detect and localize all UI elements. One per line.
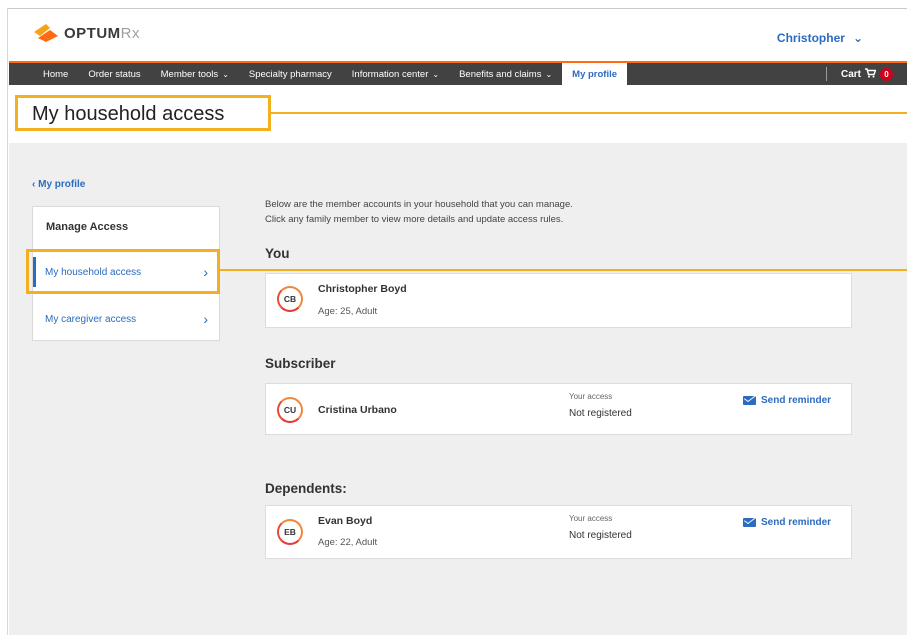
optumrx-logo[interactable]: OPTUMRx	[30, 22, 140, 44]
intro-text: Below are the member accounts in your ho…	[265, 197, 573, 227]
user-name: Christopher	[776, 31, 845, 45]
title-callout-line	[271, 112, 907, 114]
member-card-dependent[interactable]: EB Evan Boyd Age: 22, Adult Your access …	[265, 505, 852, 559]
member-age: Age: 22, Adult	[318, 537, 378, 548]
chevron-down-icon: ⌄	[852, 31, 863, 45]
cart-label: Cart	[840, 68, 861, 80]
mail-icon	[743, 518, 756, 527]
intro-line: Below are the member accounts in your ho…	[265, 199, 573, 210]
chevron-down-icon: ⌄	[222, 69, 229, 79]
send-reminder-button[interactable]: Send reminder	[743, 517, 831, 528]
nav-member-tools[interactable]: Member tools ⌄	[151, 63, 239, 85]
sidebar-item-label: My caregiver access	[45, 313, 137, 325]
access-status: Not registered	[569, 530, 632, 541]
sidebar-item-caregiver-access[interactable]: My caregiver access ›	[33, 304, 220, 334]
nav-home[interactable]: Home	[9, 63, 78, 85]
access-label: Your access	[569, 392, 613, 401]
send-reminder-label: Send reminder	[761, 517, 832, 528]
optum-logo-icon	[30, 22, 62, 44]
nav-benefits-and-claims[interactable]: Benefits and claims ⌄	[449, 63, 562, 85]
member-name: Evan Boyd	[318, 515, 373, 527]
access-status: Not registered	[569, 408, 632, 419]
section-heading-you: You	[265, 246, 290, 261]
user-menu[interactable]: Christopher ⌄	[777, 31, 863, 45]
cart-button[interactable]: Cart 0	[827, 63, 907, 85]
access-label: Your access	[569, 514, 613, 523]
mail-icon	[743, 396, 756, 405]
sidebar-callout-line	[220, 269, 907, 271]
avatar: CU	[277, 397, 303, 423]
intro-line: Click any family member to view more det…	[265, 214, 564, 225]
section-heading-subscriber: Subscriber	[265, 356, 336, 371]
logo-text: OPTUMRx	[64, 24, 141, 42]
title-highlight-box: My household access	[15, 95, 271, 131]
main-nav: Home Order status Member tools ⌄ Specialt…	[9, 61, 907, 85]
send-reminder-button[interactable]: Send reminder	[743, 395, 831, 406]
member-name: Cristina Urbano	[318, 404, 397, 416]
back-to-my-profile-link[interactable]: ‹ My profile	[32, 179, 85, 190]
chevron-right-icon: ›	[203, 311, 208, 327]
cart-icon	[865, 67, 877, 81]
nav-my-profile[interactable]: My profile	[562, 61, 628, 85]
avatar: EB	[277, 519, 303, 545]
chevron-down-icon: ⌄	[545, 69, 553, 79]
sidebar-heading: Manage Access	[46, 221, 129, 233]
cart-count-badge: 0	[880, 67, 893, 81]
member-card-you[interactable]: CB Christopher Boyd Age: 25, Adult	[265, 273, 852, 328]
sidebar-highlight-box	[26, 249, 220, 294]
nav-information-center[interactable]: Information center ⌄	[342, 63, 449, 85]
member-card-subscriber[interactable]: CU Cristina Urbano Your access Not regis…	[265, 383, 852, 435]
member-name: Christopher Boyd	[318, 283, 407, 295]
member-age: Age: 25, Adult	[318, 306, 378, 317]
nav-order-status[interactable]: Order status	[78, 63, 150, 85]
chevron-down-icon: ⌄	[432, 69, 440, 79]
page-title: My household access	[32, 103, 225, 125]
avatar: CB	[277, 286, 303, 312]
section-heading-dependents: Dependents:	[265, 481, 347, 496]
nav-specialty-pharmacy[interactable]: Specialty pharmacy	[239, 63, 342, 85]
send-reminder-label: Send reminder	[761, 395, 832, 406]
